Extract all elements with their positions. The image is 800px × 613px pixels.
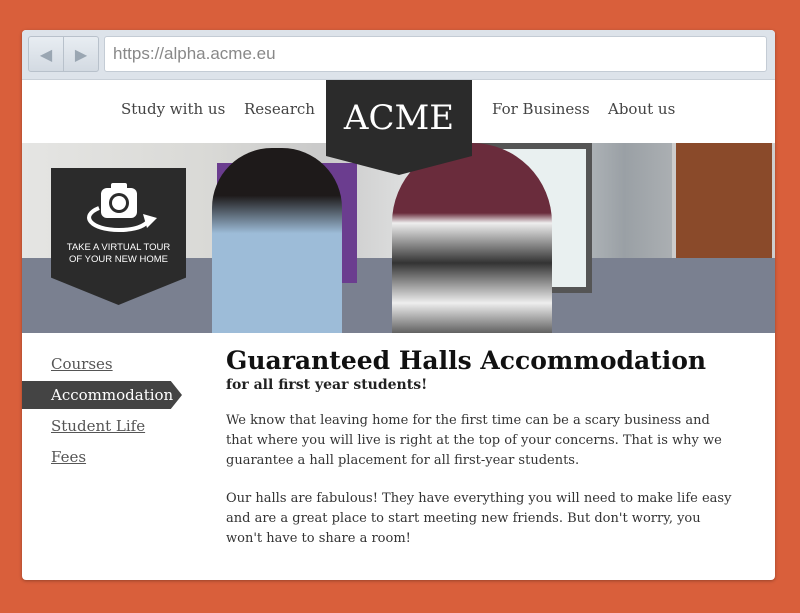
acme-logo[interactable]: ACME — [326, 80, 472, 175]
main-content: Guaranteed Halls Accommodation for all f… — [226, 346, 736, 549]
nav-research[interactable]: Research — [244, 100, 315, 118]
virtual-tour-badge[interactable]: TAKE A VIRTUAL TOUR OF YOUR NEW HOME — [51, 168, 186, 305]
sidebar: Courses Accommodation Student Life Fees — [22, 350, 202, 474]
nav-study-with-us[interactable]: Study with us — [121, 100, 225, 118]
page-subtitle: for all first year students! — [226, 377, 428, 393]
sidebar-item-courses[interactable]: Courses — [22, 350, 202, 378]
page-title: Guaranteed Halls Accommodation — [226, 346, 707, 375]
browser-window: ◀ ▶ https://alpha.acme.eu Study with us … — [22, 30, 775, 580]
paragraph: Our halls are fabulous! They have everyt… — [226, 491, 732, 546]
browser-toolbar: ◀ ▶ https://alpha.acme.eu — [22, 30, 775, 80]
back-button[interactable]: ◀ — [29, 37, 64, 71]
camera-360-icon — [86, 183, 157, 233]
paragraph: We know that leaving home for the first … — [226, 413, 722, 468]
forward-button[interactable]: ▶ — [64, 37, 98, 71]
nav-about-us[interactable]: About us — [608, 100, 675, 118]
history-buttons: ◀ ▶ — [28, 36, 99, 72]
nav-for-business[interactable]: For Business — [492, 100, 590, 118]
sidebar-item-student-life[interactable]: Student Life — [22, 412, 202, 440]
sidebar-item-fees[interactable]: Fees — [22, 443, 202, 471]
address-bar[interactable]: https://alpha.acme.eu — [104, 36, 767, 72]
sidebar-item-accommodation[interactable]: Accommodation — [22, 381, 182, 409]
virtual-tour-text: TAKE A VIRTUAL TOUR OF YOUR NEW HOME — [66, 242, 171, 265]
